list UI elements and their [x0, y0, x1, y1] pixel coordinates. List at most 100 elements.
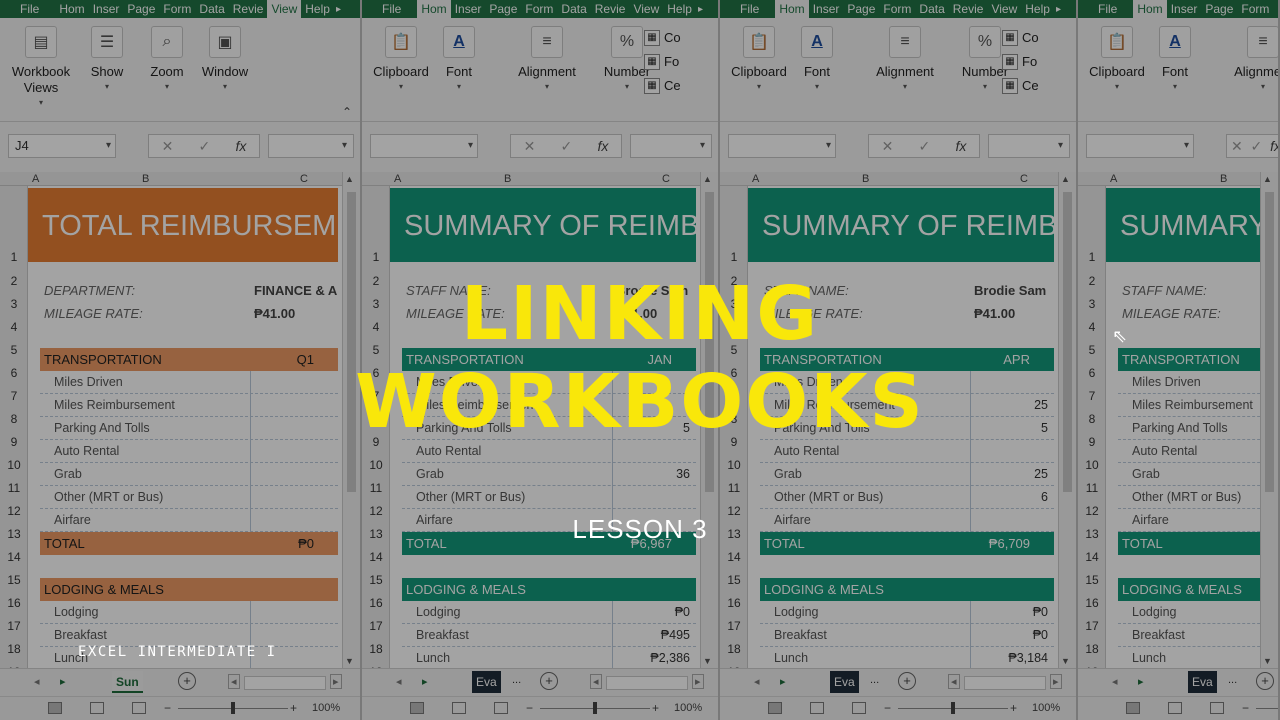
row-header[interactable]: 4: [0, 320, 28, 334]
tab-page[interactable]: Page: [843, 0, 879, 18]
horizontal-scrollbar[interactable]: [244, 676, 326, 690]
row-header[interactable]: 16: [362, 596, 390, 610]
ribbon-group-workbook-views[interactable]: ▤ Workbook Views ▾: [6, 26, 76, 107]
column-header[interactable]: B: [1220, 172, 1227, 186]
tab-page[interactable]: Page: [485, 0, 521, 18]
list-item[interactable]: Grab: [1118, 463, 1278, 486]
row-header[interactable]: 2: [362, 274, 390, 288]
zoom-slider[interactable]: [1256, 708, 1278, 709]
row-header[interactable]: 18: [1078, 642, 1106, 656]
vertical-scrollbar[interactable]: ▲ ▼: [1260, 172, 1278, 668]
column-header[interactable]: C: [662, 172, 670, 186]
row-header[interactable]: 5: [362, 343, 390, 357]
row-header[interactable]: 16: [0, 596, 28, 610]
row-header[interactable]: 17: [0, 619, 28, 633]
row-header[interactable]: 18: [0, 642, 28, 656]
list-item[interactable]: Airfare: [1118, 509, 1278, 532]
column-header[interactable]: C: [1020, 172, 1028, 186]
row-header[interactable]: 13: [0, 527, 28, 541]
list-item[interactable]: Miles Reimbursement: [402, 394, 696, 417]
tab-view[interactable]: View: [267, 0, 302, 18]
zoom-level[interactable]: 100%: [674, 702, 702, 714]
row-header[interactable]: 1: [0, 250, 28, 264]
zoom-slider-knob[interactable]: [231, 702, 235, 714]
row-header[interactable]: 11: [0, 481, 28, 495]
list-item[interactable]: Miles Driven: [402, 371, 696, 394]
name-box[interactable]: ▾: [1086, 134, 1194, 158]
row-header[interactable]: 1: [720, 250, 748, 264]
tab-data[interactable]: Data: [1273, 0, 1278, 18]
normal-view-icon[interactable]: [48, 702, 62, 714]
scroll-down-icon[interactable]: ▼: [345, 656, 354, 666]
scroll-left-icon[interactable]: ◂: [948, 674, 960, 689]
styles-item[interactable]: ▦ Ce: [1002, 74, 1072, 98]
row-header[interactable]: 15: [720, 573, 748, 587]
add-sheet-icon[interactable]: +: [540, 672, 558, 690]
enter-icon[interactable]: ✓: [919, 138, 931, 155]
tab-revie[interactable]: Revie: [949, 0, 988, 18]
row-header[interactable]: 11: [362, 481, 390, 495]
lodging-header[interactable]: LODGING & MEALS: [1118, 578, 1278, 601]
tab-inser[interactable]: Inser: [89, 0, 124, 18]
horizontal-scrollbar[interactable]: [606, 676, 688, 690]
scroll-down-icon[interactable]: ▼: [703, 656, 712, 666]
cancel-icon[interactable]: ✕: [162, 138, 174, 155]
tab-revie[interactable]: Revie: [591, 0, 630, 18]
tab-scroll-right-icon[interactable]: ▸: [334, 4, 343, 15]
tab-help[interactable]: Help: [301, 0, 334, 18]
styles-item[interactable]: ▦ Ce: [644, 74, 714, 98]
list-item[interactable]: Other (MRT or Bus): [1118, 486, 1278, 509]
row-header[interactable]: 17: [362, 619, 390, 633]
styles-item[interactable]: ▦ Co: [644, 26, 714, 50]
horizontal-scrollbar[interactable]: [964, 676, 1046, 690]
list-item[interactable]: Lunch: [40, 647, 338, 668]
row-header[interactable]: 5: [0, 343, 28, 357]
zoom-in-icon[interactable]: +: [1010, 701, 1017, 715]
row-header[interactable]: 7: [720, 389, 748, 403]
list-item[interactable]: Breakfast: [40, 624, 338, 647]
info-value[interactable]: Brodie Sam: [974, 283, 1046, 298]
row-header[interactable]: 7: [1078, 389, 1106, 403]
list-item[interactable]: Parking And Tolls: [40, 417, 338, 440]
ribbon-group-alignment[interactable]: ≡ Alignment ▾: [870, 26, 940, 91]
list-item[interactable]: Lodging ₱0: [760, 601, 1054, 624]
scroll-right-icon[interactable]: ▸: [1050, 674, 1062, 689]
row-header[interactable]: 1: [362, 250, 390, 264]
sheet-tab[interactable]: Eva: [1188, 671, 1217, 693]
row-header[interactable]: 3: [720, 297, 748, 311]
row-header[interactable]: 12: [362, 504, 390, 518]
zoom-out-icon[interactable]: −: [1242, 701, 1249, 715]
row-header[interactable]: 15: [0, 573, 28, 587]
tab-help[interactable]: Help: [663, 0, 696, 18]
page-break-icon[interactable]: [132, 702, 146, 714]
tab-scroll-right-icon[interactable]: ▸: [1054, 4, 1063, 15]
row-header[interactable]: 7: [362, 389, 390, 403]
row-header[interactable]: 14: [362, 550, 390, 564]
row-header[interactable]: 3: [362, 297, 390, 311]
row-header[interactable]: 13: [1078, 527, 1106, 541]
tab-help[interactable]: Help: [1021, 0, 1054, 18]
list-item[interactable]: Grab 25: [760, 463, 1054, 486]
scroll-left-icon[interactable]: ◂: [228, 674, 240, 689]
transportation-header[interactable]: TRANSPORTATION: [1118, 348, 1278, 371]
more-sheets-icon[interactable]: ...: [512, 674, 521, 686]
page-break-icon[interactable]: [852, 702, 866, 714]
list-item[interactable]: Miles Driven: [40, 371, 338, 394]
prev-sheet-icon[interactable]: ◂: [1112, 675, 1118, 688]
insert-function-icon[interactable]: fx: [1270, 138, 1278, 154]
formula-input[interactable]: ▾: [988, 134, 1070, 158]
column-header[interactable]: B: [142, 172, 149, 186]
sheet-tab[interactable]: Sun: [112, 671, 143, 693]
total-row[interactable]: TOTAL ₱0: [40, 532, 338, 555]
scroll-up-icon[interactable]: ▲: [1061, 174, 1070, 184]
row-header[interactable]: 12: [1078, 504, 1106, 518]
more-sheets-icon[interactable]: ...: [1228, 674, 1237, 686]
scroll-up-icon[interactable]: ▲: [1263, 174, 1272, 184]
normal-view-icon[interactable]: [768, 702, 782, 714]
list-item[interactable]: Miles Driven: [760, 371, 1054, 394]
add-sheet-icon[interactable]: +: [1256, 672, 1274, 690]
row-header[interactable]: 18: [720, 642, 748, 656]
insert-function-icon[interactable]: fx: [235, 138, 246, 154]
sheet-tab[interactable]: Eva: [830, 671, 859, 693]
list-item[interactable]: Grab: [40, 463, 338, 486]
